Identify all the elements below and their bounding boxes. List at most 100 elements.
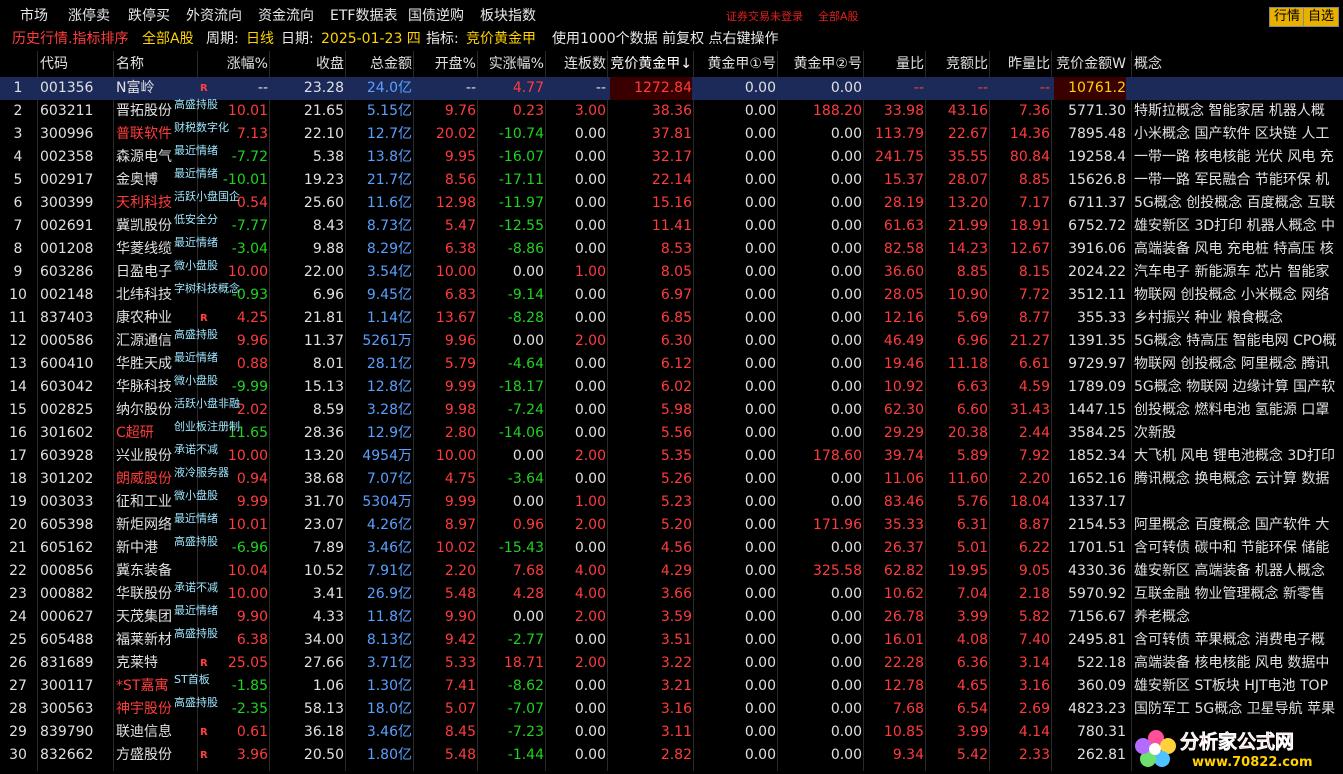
table-row[interactable]: 13 600410 华胜天成 0.88 8.01 28.1亿 5.79 -4.64 0.00 6.… bbox=[0, 352, 1343, 376]
menu-limit-up-sell[interactable]: 涨停卖 bbox=[68, 5, 110, 25]
table-row[interactable]: 17 603928 兴业股份 10.00 13.20 4954万 10.00 0.00 2.00… bbox=[0, 444, 1343, 468]
table-row[interactable]: 12 000586 汇源通信 9.96 11.37 5261万 9.96 0.00 2.00 6.… bbox=[0, 329, 1343, 353]
auction-gold: 3.59 bbox=[660, 609, 692, 625]
table-row[interactable]: 27 300117 *ST嘉寓 -1.85 1.06 1.30亿 7.41 -8.62 0.00… bbox=[0, 674, 1343, 698]
table-row[interactable]: 3 300996 普联软件 7.13 22.10 12.7亿 20.02 -10.74 0.00… bbox=[0, 122, 1343, 146]
stock-name: 冀东装备 bbox=[116, 563, 172, 579]
col-volume-ratio-header[interactable]: 量比 bbox=[866, 51, 924, 77]
stock-code: 003033 bbox=[40, 494, 94, 510]
stock-code: 000856 bbox=[40, 563, 94, 579]
real-change-pct: 0.00 bbox=[512, 609, 544, 625]
menu-bond-repo[interactable]: 国债逆购 bbox=[408, 5, 464, 25]
auction-amount-w: 2154.53 bbox=[1068, 517, 1126, 533]
date-value[interactable]: 2025-01-23 四 bbox=[321, 28, 421, 50]
close-price: 22.10 bbox=[303, 126, 344, 142]
menu-market[interactable]: 市场 bbox=[20, 5, 48, 25]
col-concept-header[interactable]: 概念 bbox=[1134, 51, 1340, 77]
col-gold-2-header[interactable]: 黄金甲②号 bbox=[780, 51, 862, 77]
table-row[interactable]: 19 003033 征和工业 9.99 31.70 5304万 9.99 0.00 1.00 5.… bbox=[0, 490, 1343, 514]
open-pct: -- bbox=[465, 80, 476, 96]
table-row[interactable]: 22 000856 冀东装备 10.04 10.52 7.91亿 2.20 7.68 4.00 4… bbox=[0, 560, 1343, 583]
gold-2: 0.00 bbox=[830, 402, 862, 418]
table-row[interactable]: 21 605162 新中港 -6.96 7.89 3.46亿 10.02 -15.43 0.00… bbox=[0, 536, 1343, 560]
table-row[interactable]: 10 002148 北纬科技 -0.93 6.96 9.45亿 6.83 -9.14 0.00 6… bbox=[0, 283, 1343, 307]
gold-2: 0.00 bbox=[830, 379, 862, 395]
concepts: 雄安新区 3D打印 机器人概念 中 bbox=[1134, 218, 1336, 234]
row-number: 26 bbox=[9, 655, 27, 671]
col-limit-count-header[interactable]: 连板数 bbox=[548, 51, 606, 77]
stock-name: 北纬科技 bbox=[116, 287, 172, 303]
table-row[interactable]: 16 301602 C超研 11.65 28.36 12.9亿 2.80 -14.06 0.00… bbox=[0, 421, 1343, 445]
table-row[interactable]: 23 000882 华联股份 10.00 3.41 26.9亿 5.48 4.28 4.00 3.… bbox=[0, 582, 1343, 606]
indicator-value[interactable]: 竞价黄金甲 bbox=[466, 28, 536, 50]
gold-1: 0.00 bbox=[744, 264, 776, 280]
table-row[interactable]: 11 837403 康农种业 4.25 21.81 1.14亿 13.67 -8.28 0.00… bbox=[0, 307, 1343, 330]
close-price: 58.13 bbox=[303, 701, 344, 717]
col-prev-volume-ratio-header[interactable]: 昨量比 bbox=[992, 51, 1050, 77]
concepts: 次新股 bbox=[1134, 425, 1176, 441]
menu-limit-down-buy[interactable]: 跌停买 bbox=[128, 5, 170, 25]
period-label: 周期: bbox=[206, 31, 239, 47]
table-row[interactable]: 9 603286 日盈电子 10.00 22.00 3.54亿 10.00 0.00 1.00 8… bbox=[0, 260, 1343, 284]
col-auction-ratio-header[interactable]: 竞额比 bbox=[928, 51, 988, 77]
close-price: 4.33 bbox=[312, 609, 344, 625]
period-value[interactable]: 日线 bbox=[246, 28, 274, 50]
concepts: 互联金融 物业管理概念 新零售 bbox=[1134, 586, 1325, 602]
col-auction-gold-header[interactable]: 竞价黄金甲↓ bbox=[610, 51, 692, 77]
table-row[interactable]: 2 603211 晋拓股份 10.01 21.65 5.15亿 9.76 0.23 3.00 38… bbox=[0, 99, 1343, 123]
menu-sector-index[interactable]: 板块指数 bbox=[480, 5, 536, 25]
col-change-header[interactable]: 涨幅% bbox=[200, 51, 268, 77]
consecutive-limit: 3.00 bbox=[574, 103, 606, 119]
stock-name: 晋拓股份 bbox=[116, 103, 172, 119]
gold-2: 0.00 bbox=[830, 425, 862, 441]
table-row[interactable]: 14 603042 华脉科技 -9.99 15.13 12.8亿 9.99 -18.17 0.0… bbox=[0, 374, 1343, 399]
col-real-change-header[interactable]: 实涨幅% bbox=[480, 51, 544, 77]
login-status: 证券交易未登录 bbox=[726, 10, 803, 23]
concepts: 大飞机 风电 锂电池概念 3D打印 bbox=[1134, 448, 1336, 464]
consecutive-limit: 0.00 bbox=[574, 218, 606, 234]
col-gold-1-header[interactable]: 黄金甲①号 bbox=[696, 51, 776, 77]
col-open-header[interactable]: 开盘% bbox=[416, 51, 476, 77]
table-row[interactable]: 6 300399 天利科技 0.54 25.60 11.6亿 12.98 -11.97 0.00… bbox=[0, 191, 1343, 215]
table-row[interactable]: 4 002358 森源电气 -7.72 5.38 13.8亿 9.95 -16.07 0.00 3… bbox=[0, 145, 1343, 169]
gold-2: 0.00 bbox=[830, 747, 862, 763]
total-amount: 3.46亿 bbox=[366, 540, 412, 556]
table-row[interactable]: 18 301202 朗威股份 0.94 38.68 7.07亿 4.75 -3.64 0.00 5… bbox=[0, 467, 1343, 491]
market-scope[interactable]: 全部A股 bbox=[142, 28, 194, 50]
volume-ratio: 22.28 bbox=[883, 655, 924, 671]
open-pct: 5.47 bbox=[444, 218, 476, 234]
table-row[interactable]: 24 000627 天茂集团 9.90 4.33 11.8亿 9.90 0.00 2.00 3.5… bbox=[0, 605, 1343, 629]
watchlist-button[interactable]: 自选 bbox=[1303, 7, 1340, 27]
col-index-header[interactable] bbox=[0, 51, 36, 77]
table-row[interactable]: 25 605488 福莱新材 6.38 34.00 8.13亿 9.42 -2.77 0.00 3… bbox=[0, 628, 1343, 652]
table-row[interactable]: 5 002917 金奥博 -10.01 19.23 21.7亿 8.56 -17.11 0.00… bbox=[0, 168, 1343, 192]
volume-ratio: 10.62 bbox=[883, 586, 924, 602]
gold-1: 0.00 bbox=[744, 379, 776, 395]
table-row[interactable]: 26 831689 克莱特 25.05 27.66 3.71亿 5.33 18.71 2.00 3… bbox=[0, 652, 1343, 675]
col-close-header[interactable]: 收盘 bbox=[272, 51, 344, 77]
menu-foreign-flow[interactable]: 外资流向 bbox=[186, 5, 242, 25]
total-amount: 4954万 bbox=[362, 448, 412, 464]
col-amount-header[interactable]: 总金额 bbox=[348, 51, 412, 77]
table-row[interactable]: 8 001208 华菱线缆 -3.04 9.88 8.29亿 6.38 -8.86 0.00 8.… bbox=[0, 237, 1343, 261]
menu-etf-table[interactable]: ETF数据表 bbox=[330, 5, 397, 25]
menu-capital-flow[interactable]: 资金流向 bbox=[258, 5, 314, 25]
table-row[interactable]: 7 002691 冀凯股份 -7.77 8.43 8.73亿 5.47 -12.55 0.00 1… bbox=[0, 214, 1343, 238]
col-code-header[interactable]: 代码 bbox=[40, 51, 106, 77]
table-row[interactable]: 15 002825 纳尔股份 2.02 8.59 3.28亿 9.98 -7.24 0.00 5.… bbox=[0, 398, 1343, 422]
stock-code: 600410 bbox=[40, 356, 94, 372]
table-row[interactable]: 1 001356 N富岭 -- 23.28 24.0亿 -- 4.77 -- 1272.84 0.0… bbox=[0, 77, 1343, 100]
stock-code: 300996 bbox=[40, 126, 94, 142]
col-auction-amount-header[interactable]: 竞价金额W bbox=[1054, 51, 1126, 77]
volume-ratio: 11.06 bbox=[883, 471, 924, 487]
auction-gold: 4.56 bbox=[660, 540, 692, 556]
table-row[interactable]: 28 300563 神宇股份 -2.35 58.13 18.0亿 5.07 -7.07 0.00… bbox=[0, 697, 1343, 721]
volume-ratio: 12.78 bbox=[883, 678, 924, 694]
stock-tag-label: 微小盘股 bbox=[174, 374, 218, 387]
quotes-button[interactable]: 行情 bbox=[1269, 7, 1306, 27]
consecutive-limit: 0.00 bbox=[574, 724, 606, 740]
row-number: 25 bbox=[9, 632, 27, 648]
table-row[interactable]: 20 605398 新炬网络 10.01 23.07 4.26亿 8.97 0.96 2.00 5… bbox=[0, 513, 1343, 537]
row-number: 3 bbox=[13, 126, 23, 142]
col-name-header[interactable]: 名称 bbox=[116, 51, 180, 77]
